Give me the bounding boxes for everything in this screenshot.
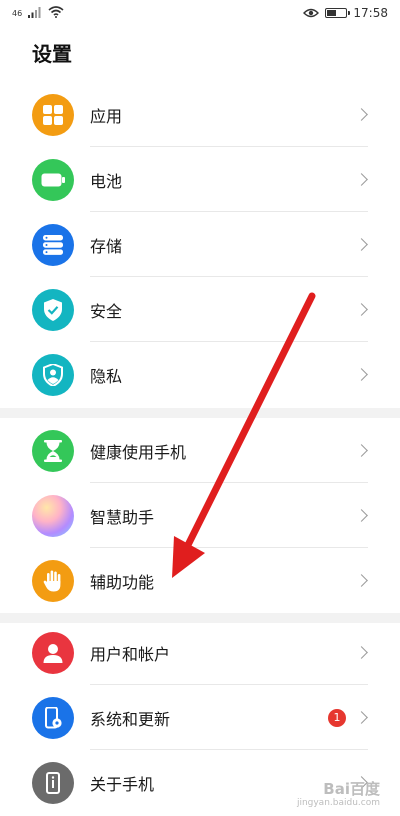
status-bar: 46 17:58: [0, 0, 400, 28]
status-left: 46: [12, 6, 64, 18]
chevron-right-icon: [355, 508, 368, 522]
settings-item-accessibility[interactable]: 辅助功能: [0, 548, 400, 613]
apps-grid-icon: [32, 93, 74, 136]
baidu-watermark: Bai百度 jingyan.baidu.com: [297, 782, 380, 810]
settings-item-users-accounts[interactable]: 用户和帐户: [0, 620, 400, 685]
settings-item-label: 系统和更新: [90, 709, 171, 729]
assistant-orb-icon: [32, 494, 74, 537]
chevron-right-icon: [355, 710, 368, 724]
chevron-right-icon: [355, 172, 368, 186]
page-title: 设置: [32, 42, 72, 66]
settings-item-system-update[interactable]: 系统和更新 1: [0, 685, 400, 750]
user-icon: [32, 631, 74, 674]
clock-text: 17:58: [353, 6, 388, 20]
chevron-right-icon: [355, 107, 368, 121]
signal-type-text: 46: [12, 9, 23, 18]
settings-group-2: 健康使用手机 智慧助手 辅助功能: [0, 418, 400, 613]
phone-settings-icon: [32, 696, 74, 739]
chevron-right-icon: [355, 367, 368, 381]
signal-strength-icon: [28, 7, 41, 18]
wifi-icon: [48, 6, 64, 18]
settings-item-label: 安全: [90, 301, 123, 321]
eye-comfort-icon: [303, 8, 320, 18]
settings-item-battery[interactable]: 电池: [0, 147, 400, 212]
watermark-subtext: jingyan.baidu.com: [296, 798, 380, 808]
hand-icon: [32, 559, 74, 602]
settings-item-label: 智慧助手: [90, 507, 155, 527]
settings-item-label: 用户和帐户: [90, 644, 171, 664]
settings-item-label: 辅助功能: [90, 572, 155, 592]
battery-icon: [325, 8, 351, 18]
section-gap: [0, 408, 400, 418]
privacy-shield-icon: [32, 353, 74, 396]
settings-item-security[interactable]: 安全: [0, 277, 400, 342]
battery-icon: [32, 158, 74, 201]
battery-level: [327, 10, 337, 16]
shield-check-icon: [32, 288, 74, 331]
chevron-right-icon: [355, 302, 368, 316]
status-right: 17:58: [303, 6, 388, 20]
chevron-right-icon: [355, 237, 368, 251]
settings-item-storage[interactable]: 存储: [0, 212, 400, 277]
chevron-right-icon: [355, 645, 368, 659]
chevron-right-icon: [355, 573, 368, 587]
hourglass-icon: [32, 429, 74, 472]
settings-item-privacy[interactable]: 隐私: [0, 342, 400, 407]
chevron-right-icon: [355, 443, 368, 457]
settings-item-label: 关于手机: [90, 774, 155, 794]
phone-info-icon: [32, 761, 74, 804]
settings-item-apps[interactable]: 应用: [0, 82, 400, 147]
settings-item-label: 健康使用手机: [90, 442, 187, 462]
notification-badge: 1: [328, 708, 346, 727]
storage-icon: [32, 223, 74, 266]
settings-item-digital-balance[interactable]: 健康使用手机: [0, 418, 400, 483]
settings-item-label: 存储: [90, 236, 123, 256]
settings-item-label: 隐私: [90, 366, 123, 386]
settings-group-1: 应用 电池 存储 安全 隐私: [0, 82, 400, 407]
settings-item-label: 电池: [90, 171, 123, 191]
settings-item-smart-assistant[interactable]: 智慧助手: [0, 483, 400, 548]
settings-item-label: 应用: [90, 106, 123, 126]
